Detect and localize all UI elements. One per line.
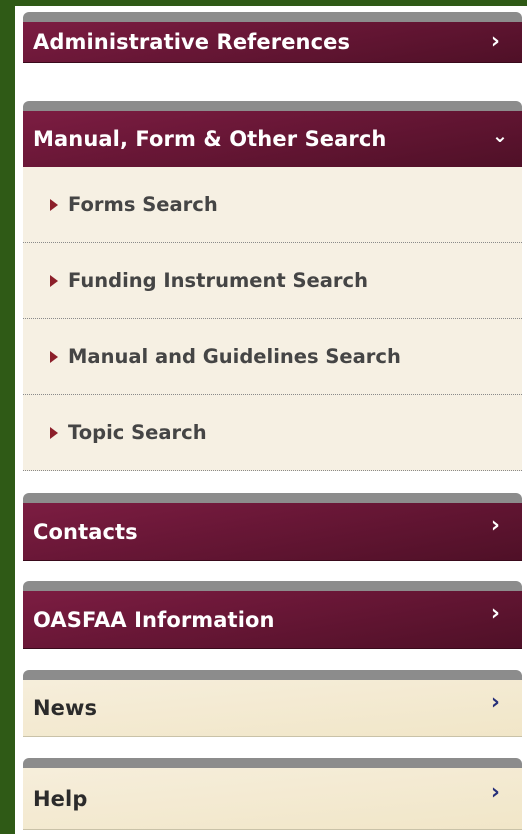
panel-cap bbox=[23, 493, 522, 503]
triangle-right-icon bbox=[50, 351, 58, 363]
triangle-right-icon bbox=[50, 427, 58, 439]
subnav-label: Forms Search bbox=[68, 193, 218, 216]
nav-help[interactable]: Help › bbox=[23, 768, 522, 830]
chevron-right-icon: › bbox=[490, 601, 500, 626]
green-frame-left bbox=[0, 0, 15, 834]
nav-label: Help bbox=[33, 786, 88, 811]
nav-label: News bbox=[33, 696, 98, 720]
chevron-right-icon: › bbox=[490, 690, 500, 715]
nav-label: Manual, Form & Other Search bbox=[33, 127, 387, 151]
chevron-right-icon: › bbox=[490, 29, 500, 54]
panel-cap bbox=[23, 670, 522, 680]
subnav-funding-instrument-search[interactable]: Funding Instrument Search bbox=[23, 243, 522, 319]
green-frame-top bbox=[0, 0, 527, 6]
panel-cap bbox=[23, 12, 522, 22]
nav-oasfaa-information[interactable]: OASFAA Information › bbox=[23, 591, 522, 649]
subnav-label: Manual and Guidelines Search bbox=[68, 345, 401, 368]
triangle-right-icon bbox=[50, 275, 58, 287]
nav-label: OASFAA Information bbox=[33, 607, 275, 632]
subnav-label: Topic Search bbox=[68, 421, 207, 444]
subnav-topic-search[interactable]: Topic Search bbox=[23, 395, 522, 471]
chevron-right-icon: › bbox=[490, 513, 500, 538]
subnav-forms-search[interactable]: Forms Search bbox=[23, 167, 522, 243]
subnav-manual-guidelines-search[interactable]: Manual and Guidelines Search bbox=[23, 319, 522, 395]
panel-cap bbox=[23, 758, 522, 768]
nav-manual-form-other-search[interactable]: Manual, Form & Other Search ⌄ bbox=[23, 111, 522, 168]
chevron-right-icon: › bbox=[490, 780, 500, 805]
triangle-right-icon bbox=[50, 199, 58, 211]
nav-contacts[interactable]: Contacts › bbox=[23, 503, 522, 561]
chevron-down-icon: ⌄ bbox=[491, 125, 508, 147]
nav-label: Contacts bbox=[33, 519, 138, 544]
panel-cap bbox=[23, 101, 522, 111]
nav-news[interactable]: News › bbox=[23, 680, 522, 737]
nav-label: Administrative References bbox=[33, 30, 351, 54]
subnav-label: Funding Instrument Search bbox=[68, 269, 368, 292]
nav-administrative-references[interactable]: Administrative References › bbox=[23, 22, 522, 63]
panel-cap bbox=[23, 581, 522, 591]
